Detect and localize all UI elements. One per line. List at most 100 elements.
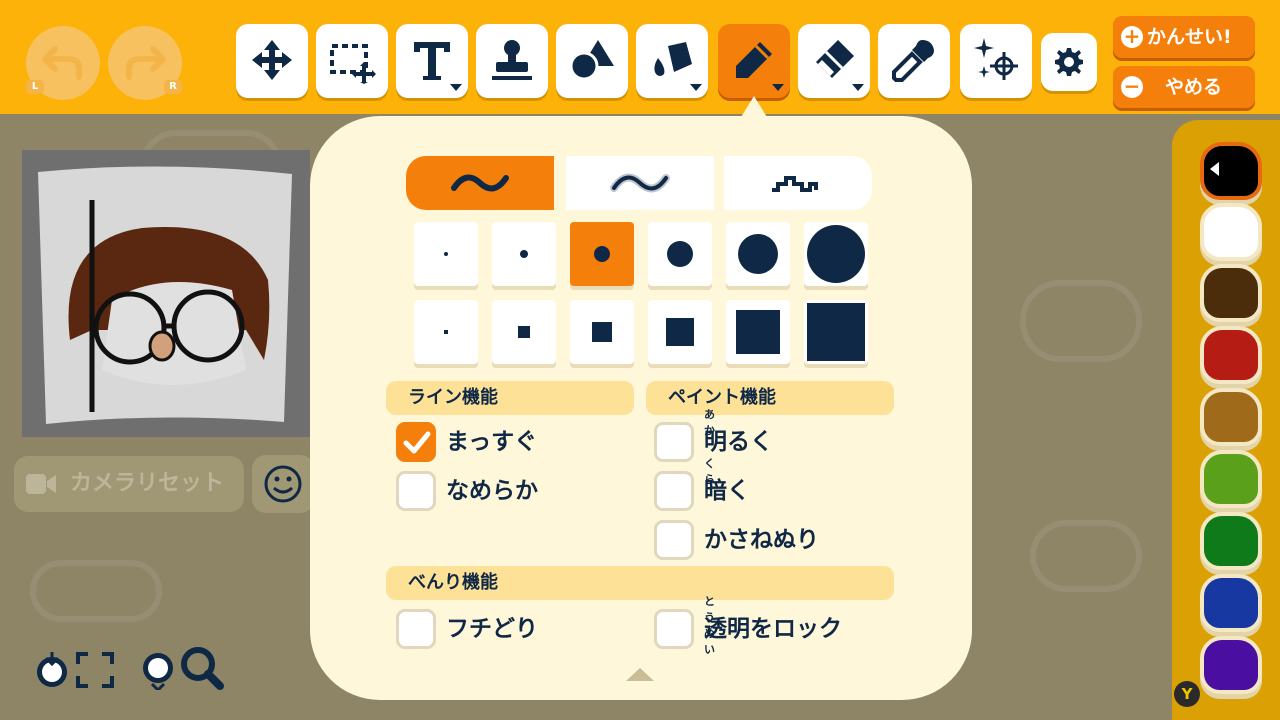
brush-square-size-1[interactable]: [414, 300, 478, 364]
color-swatch-4[interactable]: [1200, 326, 1262, 384]
quit-button[interactable]: − やめる: [1113, 66, 1255, 108]
lock-transparency-label: 透明をロック: [704, 616, 842, 642]
smooth-stroke-icon: [451, 174, 509, 192]
square-dot-icon: [807, 303, 865, 361]
brush-round-size-5[interactable]: [726, 222, 790, 286]
smooth-checkbox[interactable]: [396, 471, 436, 511]
color-swatch-1[interactable]: [1200, 142, 1262, 200]
outline-checkbox[interactable]: [396, 609, 436, 649]
square-dot-icon: [444, 330, 448, 334]
line-type-pixel-tab[interactable]: [724, 156, 872, 210]
camera-reset-label: カメラリセット: [70, 471, 225, 496]
brush-round-size-3[interactable]: [570, 222, 634, 286]
face-drawing: [38, 166, 292, 424]
settings-button[interactable]: [1041, 33, 1097, 91]
camera-icon: [26, 474, 56, 494]
move-arrows-icon: [252, 40, 292, 80]
stamp-tool-button[interactable]: [476, 24, 548, 98]
text-tool-button[interactable]: [396, 24, 468, 98]
shapes-icon: [569, 40, 614, 81]
eraser-icon: [816, 40, 854, 78]
eyedropper-icon: [892, 40, 934, 82]
redo-arrow-icon: [126, 46, 166, 80]
dropdown-indicator-icon: [852, 84, 864, 91]
brush-square-size-5[interactable]: [726, 300, 790, 364]
download-l-button-icon[interactable]: [34, 650, 70, 690]
line-functions-header: ライン機能: [386, 381, 634, 415]
sparkle-icon: [974, 38, 1018, 80]
background-decoration: [1030, 520, 1142, 592]
square-dot-icon: [592, 322, 612, 342]
color-swatch-6[interactable]: [1200, 450, 1262, 508]
lock-transparency-checkbox[interactable]: [654, 609, 694, 649]
fullscreen-icon[interactable]: [76, 652, 114, 688]
color-swatch-8[interactable]: [1200, 574, 1262, 632]
fill-tool-button[interactable]: [636, 24, 708, 98]
shape-tool-button[interactable]: [556, 24, 628, 98]
brush-square-size-4[interactable]: [648, 300, 712, 364]
brighten-checkbox[interactable]: [654, 422, 694, 462]
square-dot-icon: [518, 326, 530, 338]
line-type-smooth-tab[interactable]: [406, 156, 554, 210]
dropdown-indicator-icon: [690, 84, 702, 91]
paint-functions-header: ペイント機能: [646, 381, 894, 415]
color-swatch-9[interactable]: [1200, 636, 1262, 694]
background-decoration: [30, 560, 162, 622]
color-swatch-3[interactable]: [1200, 264, 1262, 322]
smooth-label: なめらか: [446, 478, 538, 504]
text-T-icon: [414, 42, 450, 80]
move-tool-button[interactable]: [236, 24, 308, 98]
utility-functions-header: べんり機能: [386, 566, 894, 600]
effects-tool-button[interactable]: [960, 24, 1032, 98]
darken-checkbox[interactable]: [654, 471, 694, 511]
selected-color-indicator-icon: [1210, 162, 1219, 176]
smiley-face-icon: [264, 465, 302, 503]
scroll-up-icon[interactable]: [626, 668, 654, 681]
round-dot-icon: [807, 225, 865, 283]
face-view-button[interactable]: [252, 455, 314, 513]
color-swatch-7[interactable]: [1200, 512, 1262, 570]
plus-icon: +: [1121, 26, 1143, 48]
straight-label: まっすぐ: [446, 429, 538, 455]
gear-icon: [1055, 48, 1083, 76]
quit-label: やめる: [1165, 76, 1223, 98]
magnifier-icon[interactable]: [180, 646, 224, 692]
color-swatch-5[interactable]: [1200, 388, 1262, 446]
dropdown-indicator-icon: [450, 84, 462, 91]
select-tool-button[interactable]: [316, 24, 388, 98]
pixel-stroke-icon: [772, 176, 818, 192]
brush-round-size-2[interactable]: [492, 222, 556, 286]
dropdown-indicator-icon: [772, 84, 784, 91]
brush-round-size-4[interactable]: [648, 222, 712, 286]
line-type-soft-tab[interactable]: [566, 156, 714, 210]
pencil-icon: [736, 42, 772, 78]
minus-icon: −: [1121, 76, 1143, 98]
l-button-hint: L: [26, 80, 44, 94]
brush-square-size-3[interactable]: [570, 300, 634, 364]
drawing-canvas[interactable]: [22, 150, 310, 437]
undo-arrow-icon: [42, 46, 82, 80]
round-dot-icon: [520, 250, 528, 258]
brush-square-size-6[interactable]: [804, 300, 868, 364]
straight-checkbox[interactable]: [396, 422, 436, 462]
overpaint-checkbox[interactable]: [654, 520, 694, 560]
brush-square-size-2[interactable]: [492, 300, 556, 364]
redo-button[interactable]: R: [108, 26, 182, 100]
zoom-r-button-icon[interactable]: [140, 650, 176, 690]
pen-tool-button[interactable]: [718, 24, 790, 98]
square-dot-icon: [666, 318, 694, 346]
complete-label: かんせい!: [1147, 26, 1232, 48]
y-button-hint: Y: [1174, 681, 1200, 707]
round-dot-icon: [667, 241, 693, 267]
brush-round-size-6[interactable]: [804, 222, 868, 286]
color-swatch-2[interactable]: [1200, 203, 1262, 261]
eraser-tool-button[interactable]: [798, 24, 870, 98]
brush-round-size-1[interactable]: [414, 222, 478, 286]
checkmark-icon: [403, 431, 431, 454]
camera-reset-button[interactable]: カメラリセット: [14, 456, 244, 512]
round-dot-icon: [444, 252, 448, 256]
undo-button[interactable]: L: [26, 26, 100, 100]
background-decoration: [1020, 280, 1142, 362]
complete-button[interactable]: + かんせい!: [1113, 16, 1255, 58]
eyedropper-tool-button[interactable]: [878, 24, 950, 98]
